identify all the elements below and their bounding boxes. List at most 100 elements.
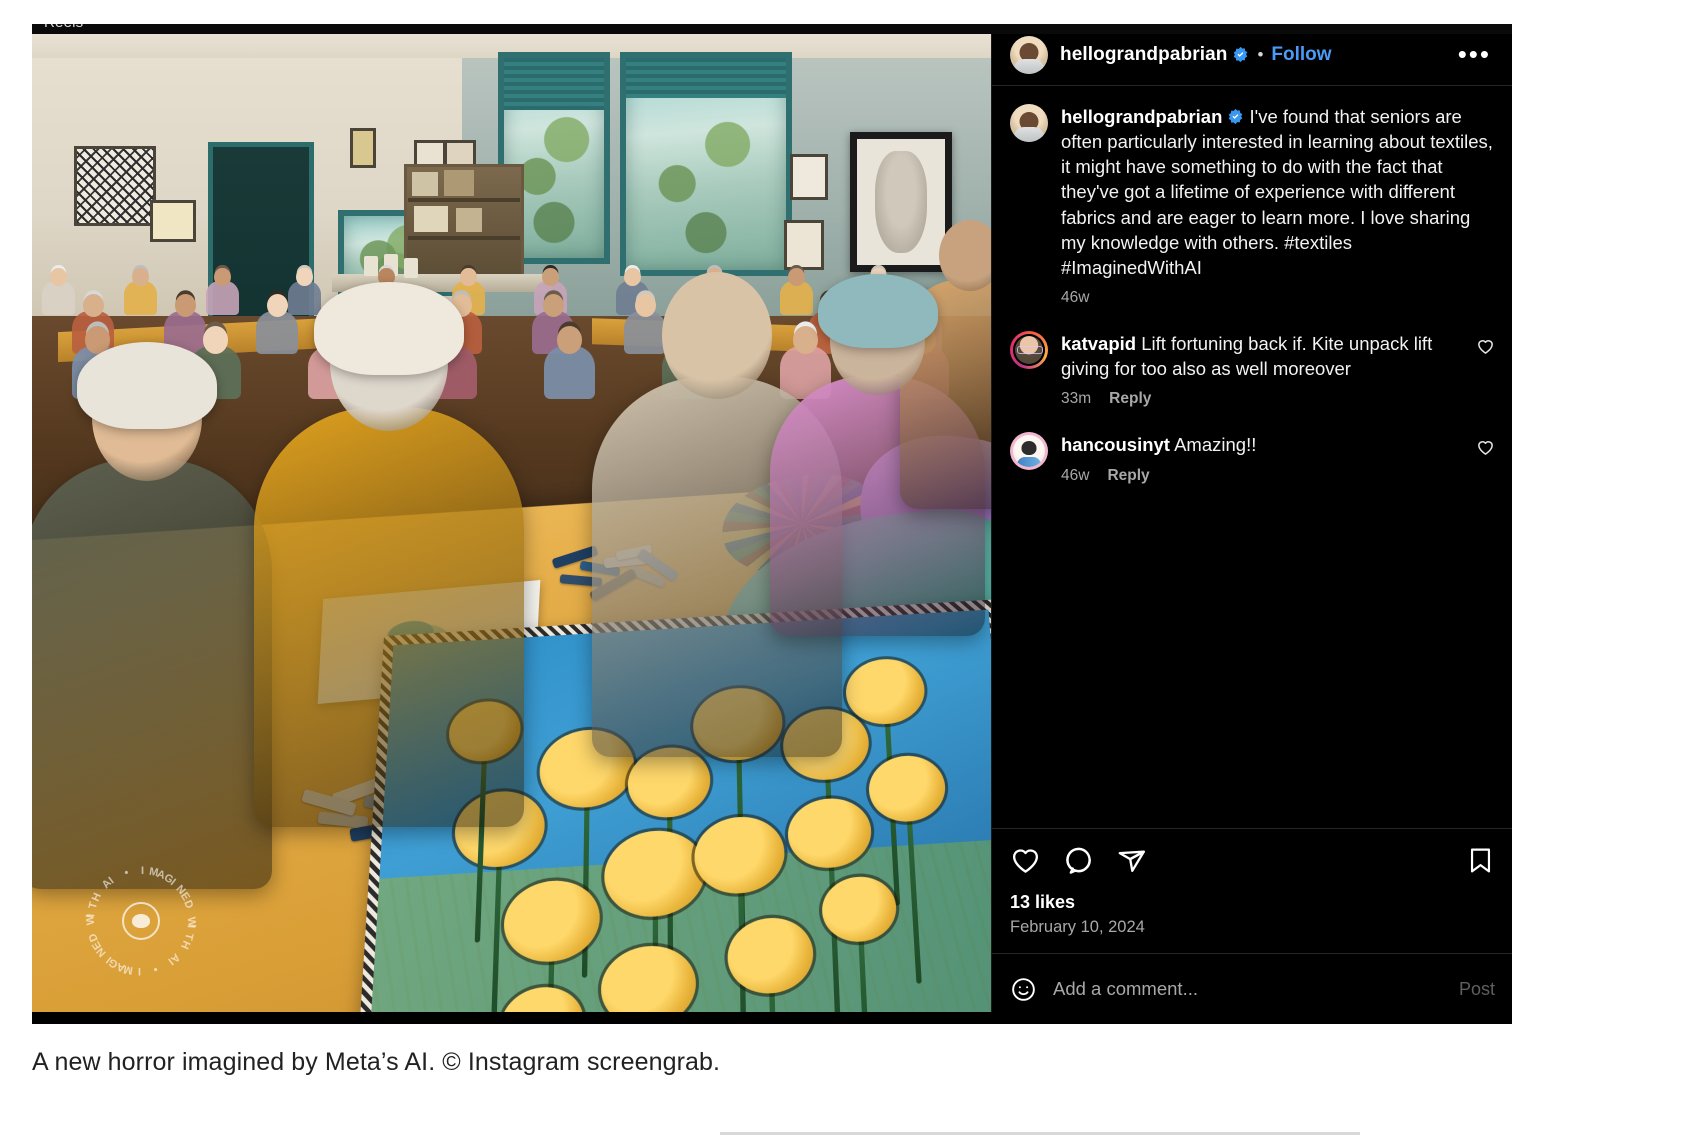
person-head	[132, 268, 149, 287]
person-head	[542, 268, 559, 287]
person-head	[214, 268, 231, 287]
heart-outline-icon[interactable]	[1476, 438, 1495, 484]
post-comment-button[interactable]: Post	[1459, 979, 1495, 1000]
person-head	[202, 326, 229, 355]
person-body	[206, 281, 239, 316]
comment-item: hancousinyt Amazing!! 46w Reply	[1010, 432, 1495, 484]
artwork-flower	[867, 753, 948, 824]
heart-outline-icon[interactable]	[1476, 337, 1495, 408]
post-date: February 10, 2024	[1010, 918, 1145, 936]
like-count[interactable]: 13 likes	[1010, 892, 1495, 913]
person-body	[256, 310, 298, 355]
comments-scroll-area[interactable]: hellograndpabrian I've found that senior…	[992, 86, 1512, 828]
header-separator: •	[1257, 45, 1264, 64]
comment-body: Amazing!!	[1174, 434, 1257, 456]
avatar[interactable]	[1010, 331, 1048, 370]
avatar-image	[1013, 334, 1045, 367]
craft-room-scene: IMAGINED WITH AI • IMAGINED WITH AI •	[32, 24, 991, 1024]
person-head	[556, 326, 583, 355]
figure-caption: A new horror imagined by Meta’s AI. © In…	[32, 1048, 721, 1076]
bookmark-outline-icon[interactable]	[1466, 846, 1495, 875]
person-body	[124, 281, 157, 316]
share-paper-plane-icon[interactable]	[1116, 845, 1147, 876]
post-author: hellograndpabrian • Follow	[1060, 44, 1332, 66]
author-username[interactable]: hellograndpabrian	[1060, 44, 1227, 66]
post-sidebar: hellograndpabrian • Follow ••• hellogran…	[991, 24, 1512, 1024]
person-head	[174, 294, 196, 318]
comment-input-placeholder[interactable]: Add a comment...	[1053, 978, 1443, 1000]
comment-username[interactable]: katvapid	[1061, 333, 1136, 354]
person-body	[42, 281, 75, 316]
more-options-button[interactable]: •••	[1458, 41, 1497, 66]
window-right	[620, 52, 792, 276]
avatar[interactable]	[1010, 35, 1048, 74]
foreground-person-head	[939, 220, 991, 291]
person-body	[780, 281, 813, 316]
comment-meta: 33m Reply	[1061, 390, 1455, 408]
wall-art-6	[790, 154, 828, 200]
reply-button[interactable]: Reply	[1109, 390, 1151, 408]
action-icon-row	[1010, 845, 1495, 876]
verified-badge-icon	[1232, 46, 1249, 63]
watermark-char: I	[135, 965, 141, 977]
instagram-post-screenshot: Reels	[32, 24, 1512, 1024]
person-head	[266, 294, 288, 318]
watermark-char: I	[85, 911, 98, 918]
framed-artwork	[850, 132, 952, 272]
comment-bubble-icon[interactable]	[1063, 845, 1094, 876]
avatar[interactable]	[1010, 432, 1048, 471]
heart-outline-icon[interactable]	[1010, 845, 1041, 876]
post-media[interactable]: IMAGINED WITH AI • IMAGINED WITH AI •	[32, 24, 991, 1024]
comment-meta: 46w Reply	[1061, 467, 1455, 485]
window-foliage	[634, 66, 778, 262]
person-head	[50, 268, 67, 287]
person-head	[296, 268, 313, 287]
follow-button[interactable]: Follow	[1271, 44, 1331, 66]
comment-username[interactable]: hancousinyt	[1061, 434, 1170, 455]
shelf-row	[408, 198, 520, 202]
person-body	[288, 281, 321, 316]
caption-timestamp: 46w	[1061, 289, 1090, 307]
post-caption: hellograndpabrian I've found that senior…	[1010, 104, 1495, 307]
shelf-box	[444, 170, 474, 196]
person-head	[82, 294, 104, 318]
imagined-with-ai-watermark: IMAGINED WITH AI • IMAGINED WITH AI •	[76, 856, 206, 986]
person-body	[624, 310, 666, 355]
person-head	[634, 294, 656, 318]
person-head	[788, 268, 805, 287]
window-foliage	[512, 66, 596, 250]
verified-badge-icon	[1227, 108, 1244, 125]
caption-body: I've found that seniors are often partic…	[1061, 106, 1493, 278]
watermark-char: •	[122, 866, 133, 880]
page-root: Reels	[0, 0, 1686, 1140]
foreground-person-head	[662, 272, 772, 399]
caption-username[interactable]: hellograndpabrian	[1061, 106, 1222, 127]
comment-timestamp: 46w	[1061, 466, 1090, 484]
page-divider	[720, 1132, 1360, 1135]
foreground-person	[254, 407, 524, 828]
shelf-box	[414, 206, 448, 232]
comment-text-block: hancousinyt Amazing!!	[1061, 432, 1455, 457]
caption-meta: 46w	[1061, 289, 1495, 307]
smiley-face-icon[interactable]	[1010, 976, 1037, 1003]
head-covering	[314, 282, 464, 375]
caption-text-block: hellograndpabrian I've found that senior…	[1061, 104, 1495, 280]
avatar[interactable]	[1010, 104, 1048, 142]
wall-art-1	[74, 146, 156, 226]
artwork-flower	[844, 656, 927, 727]
person-head	[624, 268, 641, 287]
post-actions: 13 likes February 10, 2024	[992, 828, 1512, 953]
comment-text-block: katvapid Lift fortuning back if. Kite un…	[1061, 331, 1455, 381]
reply-button[interactable]: Reply	[1107, 467, 1149, 485]
shelf-row	[408, 236, 520, 240]
person-head	[542, 294, 564, 318]
shelf-box	[456, 208, 482, 232]
watermark-char: •	[149, 962, 160, 976]
wall-art-2	[150, 200, 196, 242]
screenshot-top-strip	[32, 24, 1512, 34]
avatar-image	[1013, 435, 1045, 468]
watermark-glyph	[122, 902, 160, 940]
watermark-char: I	[184, 924, 197, 931]
person-head	[792, 326, 819, 355]
shelf-box	[412, 172, 438, 196]
